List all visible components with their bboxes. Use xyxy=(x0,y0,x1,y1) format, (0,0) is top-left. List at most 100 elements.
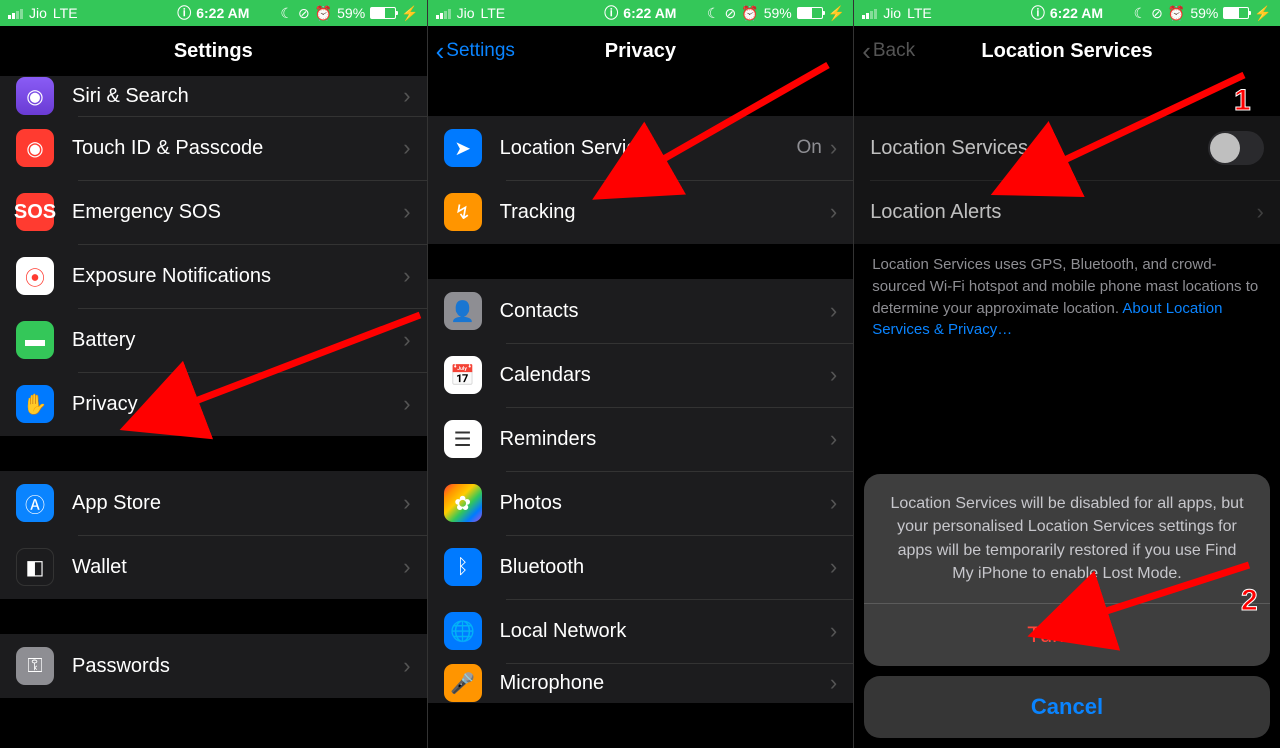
chevron-right-icon: › xyxy=(403,199,410,225)
row-calendars[interactable]: 📅Calendars› xyxy=(428,343,854,407)
wallet-icon: ◧ xyxy=(16,548,54,586)
chevron-right-icon: › xyxy=(830,298,837,324)
row-battery[interactable]: ▬Battery› xyxy=(0,308,427,372)
battery-icon xyxy=(370,7,396,19)
cancel-button[interactable]: Cancel xyxy=(864,676,1270,738)
nav-bar: ‹Settings Privacy xyxy=(428,26,854,76)
time-label: 6:22 AM xyxy=(623,5,676,21)
reminders-icon: ☰ xyxy=(444,420,482,458)
appstore-icon: Ⓐ xyxy=(16,484,54,522)
hotspot-icon: ⓘ xyxy=(604,3,618,23)
status-bar: JioLTE ⓘ6:22 AM ☾⊘⏰59%⚡ xyxy=(428,0,854,26)
row-sos[interactable]: SOSEmergency SOS› xyxy=(0,180,427,244)
row-exposure[interactable]: ⦿Exposure Notifications› xyxy=(0,244,427,308)
chevron-right-icon: › xyxy=(403,653,410,679)
row-passwords[interactable]: ⚿Passwords› xyxy=(0,634,427,698)
chevron-right-icon: › xyxy=(403,135,410,161)
row-contacts[interactable]: 👤Contacts› xyxy=(428,279,854,343)
alarm-icon: ⏰ xyxy=(1168,5,1185,22)
carrier-label: Jio xyxy=(883,5,901,21)
network-label: LTE xyxy=(53,5,78,21)
battery-pct: 59% xyxy=(1190,5,1218,21)
row-touchid[interactable]: ◉Touch ID & Passcode› xyxy=(0,116,427,180)
orientation-lock-icon: ⊘ xyxy=(298,5,310,22)
action-sheet: Location Services will be disabled for a… xyxy=(864,474,1270,738)
chevron-right-icon: › xyxy=(830,554,837,580)
page-title: Location Services xyxy=(981,40,1152,63)
alarm-icon: ⏰ xyxy=(315,5,332,22)
row-location-toggle[interactable]: Location Services xyxy=(854,116,1280,180)
battery-icon xyxy=(797,7,823,19)
signal-icon xyxy=(436,7,451,19)
row-microphone[interactable]: 🎤Microphone› xyxy=(428,663,854,703)
chevron-right-icon: › xyxy=(830,426,837,452)
row-location-alerts[interactable]: Location Alerts› xyxy=(854,180,1280,244)
row-tracking[interactable]: ↯Tracking› xyxy=(428,180,854,244)
charging-icon: ⚡ xyxy=(401,5,418,22)
row-location-services[interactable]: ➤Location ServicesOn› xyxy=(428,116,854,180)
sos-icon: SOS xyxy=(16,193,54,231)
phone-location: JioLTE ⓘ6:22 AM ☾⊘⏰59%⚡ ‹Back Location S… xyxy=(853,0,1280,748)
hand-icon: ✋ xyxy=(16,385,54,423)
chevron-right-icon: › xyxy=(1256,199,1263,225)
time-label: 6:22 AM xyxy=(1050,5,1103,21)
row-wallet[interactable]: ◧Wallet› xyxy=(0,535,427,599)
chevron-right-icon: › xyxy=(830,199,837,225)
sheet-message: Location Services will be disabled for a… xyxy=(864,474,1270,603)
row-bluetooth[interactable]: ᛒBluetooth› xyxy=(428,535,854,599)
chevron-right-icon: › xyxy=(830,670,837,696)
chevron-right-icon: › xyxy=(403,263,410,289)
row-reminders[interactable]: ☰Reminders› xyxy=(428,407,854,471)
footnote: Location Services uses GPS, Bluetooth, a… xyxy=(854,244,1280,341)
nav-bar: ‹Back Location Services xyxy=(854,26,1280,76)
fingerprint-icon: ◉ xyxy=(16,129,54,167)
bluetooth-icon: ᛒ xyxy=(444,548,482,586)
row-localnetwork[interactable]: 🌐Local Network› xyxy=(428,599,854,663)
hotspot-icon: ⓘ xyxy=(177,3,191,23)
photos-icon: ✿ xyxy=(444,484,482,522)
carrier-label: Jio xyxy=(457,5,475,21)
location-value: On xyxy=(797,137,822,159)
chevron-right-icon: › xyxy=(830,618,837,644)
chevron-right-icon: › xyxy=(403,83,410,109)
turn-off-button[interactable]: Turn Off xyxy=(864,603,1270,666)
chevron-right-icon: › xyxy=(830,135,837,161)
row-photos[interactable]: ✿Photos› xyxy=(428,471,854,535)
moon-icon: ☾ xyxy=(1134,5,1147,22)
row-appstore[interactable]: ⒶApp Store› xyxy=(0,471,427,535)
globe-icon: 🌐 xyxy=(444,612,482,650)
chevron-right-icon: › xyxy=(403,490,410,516)
battery-pct: 59% xyxy=(337,5,365,21)
signal-icon xyxy=(862,7,877,19)
tracking-icon: ↯ xyxy=(444,193,482,231)
microphone-icon: 🎤 xyxy=(444,664,482,702)
key-icon: ⚿ xyxy=(16,647,54,685)
phone-settings: Jio LTE ⓘ 6:22 AM ☾ ⊘ ⏰ 59% ⚡ Settings ◉Siri &… xyxy=(0,0,427,748)
battery-row-icon: ▬ xyxy=(16,321,54,359)
phone-privacy: JioLTE ⓘ6:22 AM ☾⊘⏰59%⚡ ‹Settings Privac… xyxy=(427,0,854,748)
status-bar: Jio LTE ⓘ 6:22 AM ☾ ⊘ ⏰ 59% ⚡ xyxy=(0,0,427,26)
row-privacy[interactable]: ✋Privacy› xyxy=(0,372,427,436)
nav-back-button[interactable]: ‹Back xyxy=(862,40,915,62)
row-siri[interactable]: ◉Siri & Search› xyxy=(0,76,427,116)
chevron-right-icon: › xyxy=(830,490,837,516)
location-toggle[interactable] xyxy=(1208,131,1264,165)
carrier-label: Jio xyxy=(29,5,47,21)
hotspot-icon: ⓘ xyxy=(1031,3,1045,23)
moon-icon: ☾ xyxy=(280,5,293,22)
network-label: LTE xyxy=(907,5,932,21)
chevron-right-icon: › xyxy=(403,391,410,417)
chevron-right-icon: › xyxy=(403,327,410,353)
time-label: 6:22 AM xyxy=(196,5,249,21)
signal-icon xyxy=(8,7,23,19)
chevron-right-icon: › xyxy=(403,554,410,580)
chevron-right-icon: › xyxy=(830,362,837,388)
battery-pct: 59% xyxy=(764,5,792,21)
moon-icon: ☾ xyxy=(707,5,720,22)
siri-icon: ◉ xyxy=(16,77,54,115)
status-bar: JioLTE ⓘ6:22 AM ☾⊘⏰59%⚡ xyxy=(854,0,1280,26)
calendar-icon: 📅 xyxy=(444,356,482,394)
network-label: LTE xyxy=(481,5,506,21)
nav-back-button[interactable]: ‹Settings xyxy=(436,40,515,62)
nav-bar: Settings xyxy=(0,26,427,76)
